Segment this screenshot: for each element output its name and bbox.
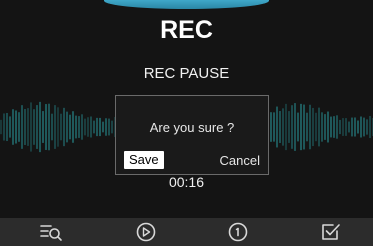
page-title: REC (160, 16, 213, 44)
waveform-bar (330, 116, 332, 138)
waveform-bar (87, 117, 89, 137)
waveform-bar (366, 119, 368, 135)
recorder-screen: REC REC PAUSE 00:16 Are you sure ? Save … (0, 0, 373, 246)
waveform-bar (102, 121, 104, 133)
waveform-bar (309, 104, 311, 150)
waveform-bar (27, 108, 29, 146)
waveform-bar (357, 120, 359, 134)
waveform-bar (69, 114, 71, 140)
waveform-bar (327, 111, 329, 143)
waveform-bar (321, 112, 323, 142)
waveform-bar (339, 119, 341, 135)
waveform-bar (108, 118, 110, 136)
waveform-bar (369, 115, 371, 139)
waveform-bar (99, 117, 101, 137)
waveform-bar (15, 110, 17, 144)
waveform-bar (360, 116, 362, 138)
waveform-bar (105, 118, 107, 136)
waveform-bar (294, 103, 296, 151)
waveform-bar (336, 115, 338, 139)
waveform-bar (3, 113, 5, 141)
waveform-bar (84, 118, 86, 136)
waveform-bar (342, 118, 344, 136)
save-button[interactable]: Save (124, 151, 164, 169)
waveform-bar (78, 116, 80, 138)
waveform-bar (9, 116, 11, 138)
waveform-bar (291, 105, 293, 149)
waveform-bar (66, 111, 68, 143)
waveform-bar (0, 119, 2, 135)
waveform-bar (273, 112, 275, 142)
waveform-bar (12, 109, 14, 145)
waveform-bar (282, 108, 284, 146)
waveform-bar (303, 104, 305, 150)
waveform-bar (18, 112, 20, 142)
waveform-bar (33, 109, 35, 145)
waveform-bar (285, 103, 287, 151)
waveform-bar (354, 117, 356, 137)
waveform-bar (75, 115, 77, 139)
waveform-bar (54, 105, 56, 149)
waveform-bar (270, 112, 272, 142)
cancel-button[interactable]: Cancel (220, 153, 260, 168)
waveform-bar (363, 117, 365, 137)
waveform-bar (279, 111, 281, 143)
waveform-bar (51, 113, 53, 141)
waveform-bar (351, 117, 353, 137)
waveform-bar (276, 106, 278, 148)
waveform-bar (111, 120, 113, 134)
check-box-icon[interactable] (318, 220, 344, 244)
play-icon[interactable] (133, 220, 159, 244)
waveform-bar (333, 116, 335, 138)
waveform-bar (96, 117, 98, 137)
waveform-bar (6, 112, 8, 142)
bottom-nav-bar (0, 218, 373, 246)
waveform-bar (45, 104, 47, 150)
recording-status: REC PAUSE (143, 65, 230, 82)
waveform-bar (72, 111, 74, 143)
waveform-bar (48, 103, 50, 151)
waveform-bar (324, 114, 326, 140)
waveform-bar (306, 112, 308, 142)
waveform-bar (345, 118, 347, 136)
dialog-message: Are you sure ? (149, 120, 235, 135)
waveform-bar (315, 112, 317, 142)
waveform-bar (81, 114, 83, 140)
waveform-bar (39, 101, 41, 153)
recording-timer: 00:16 (168, 174, 205, 190)
waveform-bar (42, 111, 44, 143)
waveform-bar (93, 120, 95, 134)
waveform-bar (348, 121, 350, 133)
waveform-bar (318, 107, 320, 147)
waveform-bar (90, 116, 92, 138)
waveform-bar (57, 107, 59, 147)
waveform-bar (297, 112, 299, 142)
waveform-bar (21, 105, 23, 149)
top-tab-indicator (104, 0, 269, 9)
waveform-bar (60, 113, 62, 141)
waveform-bar (24, 109, 26, 145)
list-search-icon[interactable] (39, 220, 65, 244)
waveform-bar (300, 103, 302, 151)
waveform-bar (288, 111, 290, 143)
waveform-bar (30, 102, 32, 152)
info-icon[interactable] (225, 220, 251, 244)
waveform-bar (36, 105, 38, 149)
waveform-bar (312, 107, 314, 147)
waveform-bar (63, 107, 65, 147)
confirm-dialog: Are you sure ? Save Cancel (115, 95, 269, 175)
